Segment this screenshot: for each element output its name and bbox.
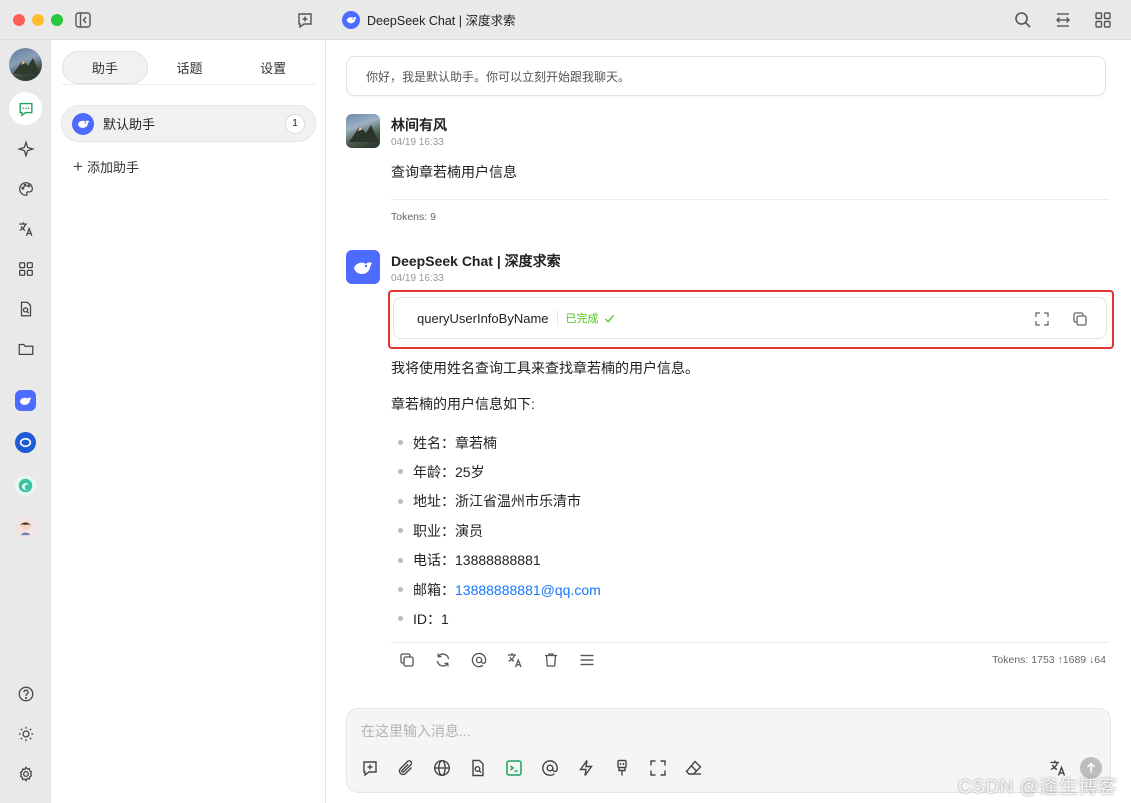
mention-icon[interactable] [470, 651, 488, 669]
grid-layout-icon[interactable] [1093, 10, 1113, 30]
user-message-time: 04/19 16:33 [391, 137, 444, 148]
tool-call-block[interactable]: queryUserInfoByName 已完成 [393, 297, 1107, 339]
assistants-panel: 助手 话题 设置 默认助手 1 + 添加助手 [51, 40, 326, 803]
chat-area: 你好，我是默认助手。你可以立刻开始跟我聊天。 林间有风 04/19 16:33 … [326, 40, 1131, 803]
deepseek-model-icon[interactable] [15, 390, 36, 411]
expand-width-icon[interactable] [1053, 10, 1073, 30]
assistant-message-time: 04/19 16:33 [391, 273, 444, 284]
list-item: 姓名：章若楠 [392, 428, 601, 457]
list-item: ID：1 [392, 604, 601, 633]
panel-tabs: 助手 话题 设置 [62, 51, 315, 85]
add-assistant-button[interactable]: + 添加助手 [73, 157, 139, 176]
folder-icon[interactable] [9, 332, 42, 365]
email-link[interactable]: 13888888881@qq.com [455, 582, 601, 598]
list-item: 职业：演员 [392, 516, 601, 545]
list-item: 年龄：25岁 [392, 457, 601, 486]
email-label: 邮箱： [413, 581, 455, 598]
attachment-icon[interactable] [396, 758, 416, 778]
mention-icon[interactable] [540, 758, 560, 778]
nav-rail [0, 40, 51, 803]
tab-settings[interactable]: 设置 [231, 51, 315, 84]
user-avatar [346, 114, 380, 148]
assistant-intro-text: 我将使用姓名查询工具来查找章若楠的用户信息。 [391, 360, 699, 376]
sparkle-icon[interactable] [9, 132, 42, 165]
welcome-message: 你好，我是默认助手。你可以立刻开始跟我聊天。 [346, 56, 1106, 96]
expand-icon[interactable] [1033, 310, 1051, 328]
list-item: 地址：浙江省温州市乐清市 [392, 487, 601, 516]
message-input[interactable] [361, 721, 961, 741]
regenerate-icon[interactable] [434, 651, 452, 669]
tool-status: 已完成 [566, 310, 615, 326]
watermark: CSDN @逢生博客 [958, 777, 1118, 798]
minimize-window-button[interactable] [32, 14, 44, 26]
tab-assistants[interactable]: 助手 [62, 51, 148, 84]
brightness-icon[interactable] [9, 717, 42, 750]
settings-icon[interactable] [9, 757, 42, 790]
copy-icon[interactable] [1071, 310, 1089, 328]
character-model-icon[interactable] [15, 517, 36, 538]
green-model-icon[interactable] [15, 475, 36, 496]
fullscreen-icon[interactable] [648, 758, 668, 778]
assistant-name: 默认助手 [103, 117, 156, 132]
assistant-avatar [346, 250, 380, 284]
new-topic-icon[interactable] [360, 758, 380, 778]
search-icon[interactable] [1013, 10, 1033, 30]
assistant-tokens: Tokens: 1753 ↑1689 ↓64 [992, 654, 1106, 666]
user-message-text: 查询章若楠用户信息 [391, 164, 517, 180]
list-item: 电话：13888888881 [392, 546, 601, 575]
avatar[interactable] [9, 48, 42, 81]
translate-message-icon[interactable] [506, 651, 524, 669]
tool-name: queryUserInfoByName [417, 310, 549, 326]
new-topic-icon[interactable] [295, 10, 315, 30]
divider [556, 310, 558, 326]
web-search-icon[interactable] [432, 758, 452, 778]
tool-status-label: 已完成 [565, 313, 599, 325]
tab-topics[interactable]: 话题 [148, 51, 232, 84]
knowledge-base-icon[interactable] [468, 758, 488, 778]
user-tokens: Tokens: 9 [391, 211, 436, 223]
palette-icon[interactable] [9, 172, 42, 205]
more-menu-icon[interactable] [578, 651, 596, 669]
chat-nav-icon[interactable] [9, 92, 42, 125]
assistant-sender-name: DeepSeek Chat | 深度求索 [391, 253, 561, 269]
divider [391, 642, 1109, 643]
document-search-icon[interactable] [9, 292, 42, 325]
deepseek-logo-icon [342, 10, 360, 29]
assistant-item-default[interactable]: 默认助手 1 [61, 105, 316, 142]
lightning-icon[interactable] [576, 758, 596, 778]
close-window-button[interactable] [13, 14, 25, 26]
copy-message-icon[interactable] [398, 651, 416, 669]
title-bar: DeepSeek Chat | 深度求索 [0, 0, 1131, 40]
check-icon [604, 314, 614, 323]
toggle-sidebar-icon[interactable] [73, 10, 93, 30]
help-icon[interactable] [9, 677, 42, 710]
window-title-text: DeepSeek Chat | 深度求索 [367, 14, 516, 28]
add-assistant-label: 添加助手 [86, 160, 139, 175]
user-sender-name: 林间有风 [391, 117, 447, 133]
blue-model-icon[interactable] [15, 432, 36, 453]
list-item-email: 邮箱： 13888888881@qq.com [392, 575, 601, 604]
user-info-list: 姓名：章若楠 年龄：25岁 地址：浙江省温州市乐清市 职业：演员 电话：1388… [392, 428, 601, 634]
delete-icon[interactable] [542, 651, 560, 669]
translate-icon[interactable] [9, 212, 42, 245]
topic-count-badge: 1 [285, 113, 305, 134]
assistant-lead-text: 章若楠的用户信息如下: [391, 396, 535, 412]
eraser-icon[interactable] [684, 758, 704, 778]
plus-icon: + [73, 157, 83, 176]
window-title: DeepSeek Chat | 深度求索 [342, 10, 515, 29]
apps-icon[interactable] [9, 252, 42, 285]
deepseek-logo-icon [72, 112, 94, 135]
maximize-window-button[interactable] [51, 14, 63, 26]
mcp-terminal-icon[interactable] [504, 758, 524, 778]
clear-context-icon[interactable] [612, 758, 632, 778]
divider [391, 199, 1109, 200]
